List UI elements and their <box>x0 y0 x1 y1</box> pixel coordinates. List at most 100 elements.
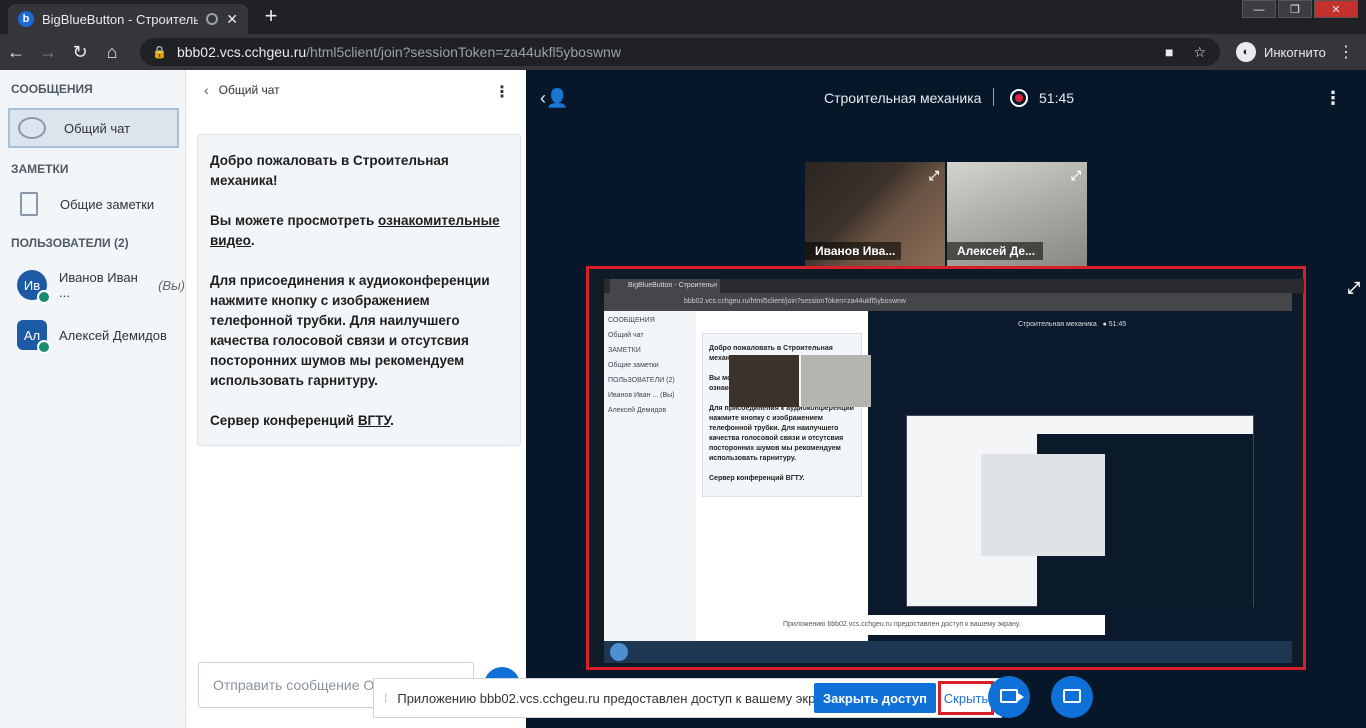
fullscreen-icon[interactable]: ⤢ <box>929 168 939 184</box>
drag-handle-icon[interactable]: ⁞ <box>384 691 387 705</box>
stop-sharing-button[interactable]: Закрыть доступ <box>814 683 936 713</box>
webcam-user-name: Иванов Ива... <box>805 242 901 260</box>
shared-timer: 51:45 <box>1108 321 1127 328</box>
shared-webcam-thumbnail <box>801 355 871 407</box>
welcome-text: . <box>250 233 255 248</box>
shared-sidebar: СООБЩЕНИЯ Общий чат ЗАМЕТКИ Общие заметк… <box>604 311 696 641</box>
forward-arrow-icon[interactable]: → <box>32 42 64 63</box>
browser-tab-bar: b BigBlueButton - Строительн ✕ + — ❐ ✕ <box>0 0 1366 34</box>
welcome-text: . <box>390 413 394 428</box>
meeting-title: Строительная механика <box>824 90 982 106</box>
avatar: Ив <box>17 270 51 304</box>
record-icon[interactable] <box>1010 89 1028 107</box>
incognito-label: Инкогнито <box>1264 44 1326 60</box>
chat-bubble-icon <box>18 117 46 139</box>
url-path: /html5client/join?sessionToken=za44ukfl5… <box>306 44 621 60</box>
presentation-area: ‹👤 Строительная механика 51:45 ⋮ ⤢ Ивано… <box>526 70 1366 728</box>
user-item-self[interactable]: Ив Иванов Иван ... (Вы) <box>0 260 185 310</box>
shared-welcome-text: . <box>802 475 805 482</box>
welcome-message: Добро пожаловать в Строительная механика… <box>197 134 521 446</box>
monitor-icon <box>1063 689 1081 703</box>
reload-icon[interactable]: ↻ <box>64 42 96 63</box>
shared-welcome-link: ВГТУ <box>785 475 803 482</box>
lock-icon: 🔒 <box>152 45 167 59</box>
welcome-line: Для присоединения к аудиоконференции наж… <box>210 273 490 388</box>
shared-notice-bar: Приложению bbb02.vcs.cchgeu.ru предостав… <box>775 615 1105 635</box>
minimize-button[interactable]: — <box>1242 0 1276 18</box>
shared-meeting-title: Строительная механика ● 51:45 <box>1018 321 1127 328</box>
screen-share-notice: ⁞ Приложению bbb02.vcs.cchgeu.ru предост… <box>373 678 1002 718</box>
window-close-button[interactable]: ✕ <box>1314 0 1358 18</box>
sidebar-item-public-chat[interactable]: Общий чат <box>8 108 179 148</box>
shared-address-bar: bbb02.vcs.cchgeu.ru/html5client/join?ses… <box>604 293 1292 311</box>
browser-tab[interactable]: b BigBlueButton - Строительн ✕ <box>8 4 248 34</box>
shared-notes-label: Общие заметки <box>60 196 155 212</box>
welcome-text: Сервер конференций <box>210 413 358 428</box>
share-webcam-button[interactable] <box>988 676 1030 718</box>
microphone-icon <box>36 290 51 304</box>
shared-presentation-area: Строительная механика ● 51:45 <box>868 311 1292 641</box>
shared-sidebar-item: Алексей Демидов <box>608 407 667 414</box>
url-host: bbb02.vcs.cchgeu.ru <box>176 44 307 60</box>
screenshare-view: BigBlueButton - Строительн bbb02.vcs.cch… <box>586 266 1306 670</box>
incognito-icon: ◐ <box>1236 42 1256 62</box>
messages-header: СООБЩЕНИЯ <box>11 82 93 96</box>
screenshare-fullscreen-icon[interactable]: ⤢ <box>1347 280 1360 298</box>
chat-header: ‹ Общий чат ⋮ <box>186 70 526 110</box>
bookmark-star-icon[interactable]: ☆ <box>1193 44 1206 61</box>
notice-message: Приложению bbb02.vcs.cchgeu.ru предостав… <box>397 690 839 706</box>
sidebar-item-shared-notes[interactable]: Общие заметки <box>8 184 179 224</box>
welcome-line: Сервер конференций ВГТУ. <box>210 411 508 431</box>
new-tab-button[interactable]: + <box>258 4 284 30</box>
webcam-tile[interactable]: ⤢ Алексей Де... <box>947 162 1087 266</box>
divider <box>993 88 994 106</box>
options-menu-icon[interactable]: ⋮ <box>1324 88 1342 109</box>
browser-menu-icon[interactable]: ⋮ <box>1338 42 1354 62</box>
fullscreen-icon[interactable]: ⤢ <box>1071 168 1081 184</box>
tab-close-icon[interactable]: ✕ <box>226 11 238 28</box>
user-name: Иванов Иван ... <box>58 270 138 300</box>
browser-toolbar: ← → ↻ ⌂ 🔒 bbb02.vcs.cchgeu.ru /html5clie… <box>0 34 1366 70</box>
shared-welcome-line: Сервер конференций ВГТУ. <box>709 474 855 484</box>
shared-title-text: Строительная механика <box>1018 321 1097 328</box>
shared-windows-taskbar <box>604 641 1292 663</box>
nested-screen-capture <box>906 415 1254 608</box>
notes-document-icon <box>20 192 38 216</box>
shared-welcome-text: Сервер конференций <box>709 475 786 482</box>
webcam-user-name: Алексей Де... <box>947 242 1043 260</box>
tab-title: BigBlueButton - Строительн <box>42 11 199 27</box>
nested-screen-image <box>981 454 1105 556</box>
user-item[interactable]: Ал Алексей Демидов <box>0 310 185 360</box>
hide-notice-button[interactable]: Скрыть <box>938 681 994 715</box>
maximize-button[interactable]: ❐ <box>1278 0 1312 18</box>
home-icon[interactable]: ⌂ <box>96 42 128 63</box>
incognito-indicator[interactable]: ◐ Инкогнито <box>1226 39 1336 65</box>
bigbluebutton-favicon-icon: b <box>18 11 34 27</box>
shared-sidebar-item: Общий чат <box>608 332 644 339</box>
welcome-line: Вы можете просмотреть ознакомительные ви… <box>210 211 508 251</box>
window-controls: — ❐ ✕ <box>1240 0 1358 18</box>
chat-title: Общий чат <box>218 83 280 97</box>
chat-options-icon[interactable]: ⋮ <box>494 82 510 102</box>
video-camera-icon <box>1000 689 1024 703</box>
share-screen-button[interactable] <box>1051 676 1093 718</box>
address-bar[interactable]: 🔒 bbb02.vcs.cchgeu.ru /html5client/join?… <box>140 38 1220 66</box>
avatar-initials: Ал <box>23 327 41 343</box>
back-arrow-icon[interactable]: ← <box>0 42 32 63</box>
chevron-left-icon[interactable]: ‹ <box>204 82 209 98</box>
shared-browser-tabbar: BigBlueButton - Строительн <box>604 279 1304 293</box>
camera-blocked-icon[interactable]: ■ <box>1165 44 1173 61</box>
start-button-icon <box>610 643 628 661</box>
welcome-line: Добро пожаловать в Строительная механика… <box>210 153 449 188</box>
toggle-userlist-icon[interactable]: ‹👤 <box>540 88 568 109</box>
vgtu-link[interactable]: ВГТУ <box>358 413 390 428</box>
shared-sidebar-item: ПОЛЬЗОВАТЕЛИ (2) <box>608 377 675 384</box>
avatar-initials: Ив <box>23 277 41 293</box>
shared-webcam-thumbnail <box>729 355 799 407</box>
microphone-icon <box>37 340 51 354</box>
avatar: Ал <box>17 320 51 354</box>
welcome-text: Вы можете просмотреть <box>210 213 379 228</box>
webcam-tile[interactable]: ⤢ Иванов Ива... <box>805 162 945 266</box>
user-list-sidebar: СООБЩЕНИЯ Общий чат ЗАМЕТКИ Общие заметк… <box>0 70 186 728</box>
shared-sidebar-item: ЗАМЕТКИ <box>608 347 641 354</box>
